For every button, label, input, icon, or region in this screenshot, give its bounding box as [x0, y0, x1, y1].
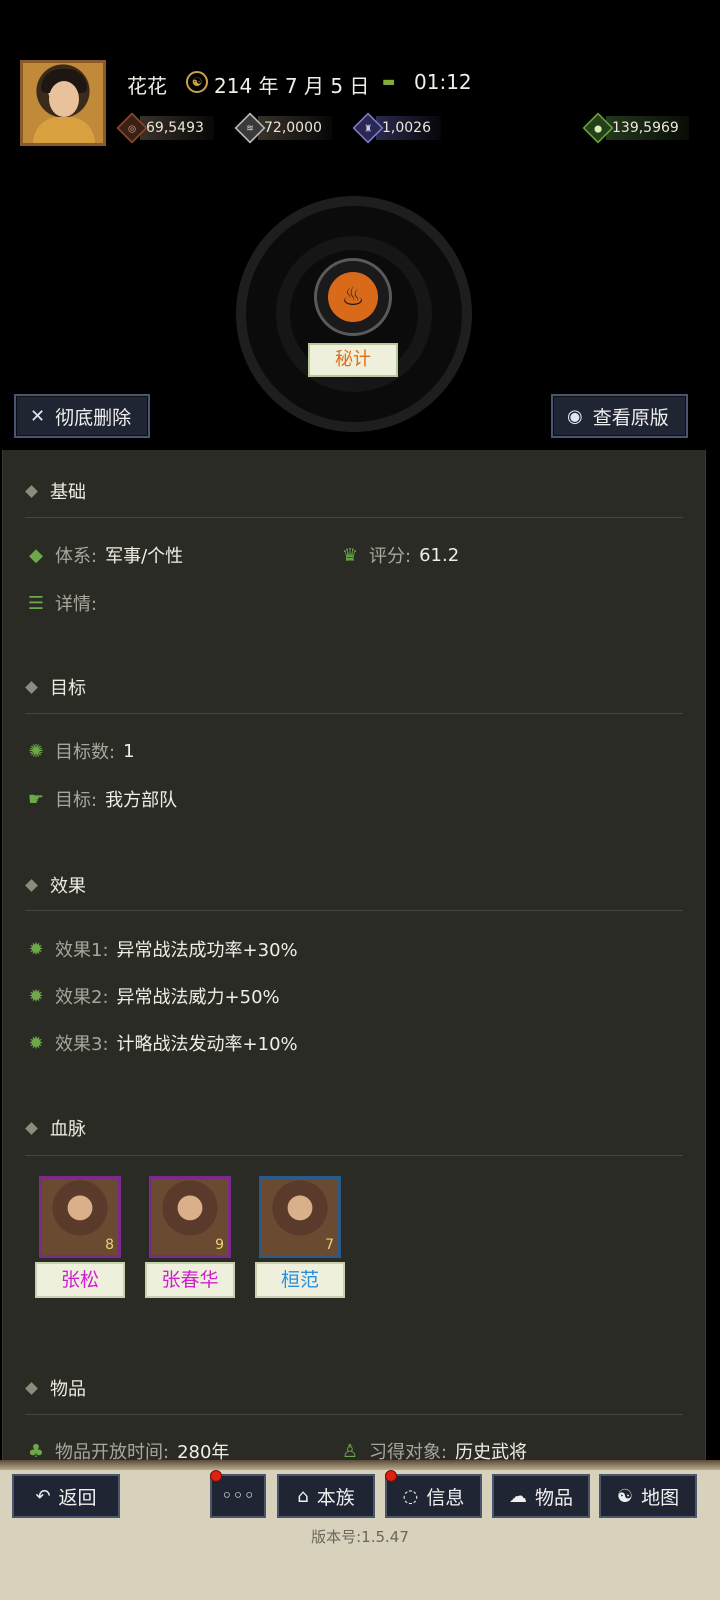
- more-button[interactable]: ◦◦◦: [210, 1470, 266, 1518]
- section-bloodline-title: 血脉: [25, 1115, 86, 1141]
- section-item-title: 物品: [25, 1375, 86, 1401]
- section-basic-title: 基础: [25, 478, 86, 504]
- resource-soldier[interactable]: ♜ 1,0026: [352, 112, 441, 144]
- info-button[interactable]: ◌ 信息: [385, 1470, 482, 1518]
- system-row: ◆ 体系: 军事/个性: [25, 542, 183, 568]
- diamond-icon: [25, 878, 38, 892]
- character-name: 张松: [35, 1262, 125, 1298]
- section-target-title: 目标: [25, 674, 86, 700]
- game-time: 01:12: [414, 70, 472, 94]
- bag-icon: ☁: [508, 1485, 527, 1507]
- resource-money[interactable]: ● 139,5969: [582, 112, 689, 144]
- section-effect-title: 效果: [25, 872, 86, 898]
- gourd-icon: ♨: [328, 272, 378, 322]
- person-icon: ♙: [341, 1440, 359, 1461]
- bloodline-character-card[interactable]: 8 张松: [35, 1176, 125, 1298]
- resource-grain[interactable]: ≋ 72,0000: [234, 112, 332, 144]
- back-button[interactable]: ↶ 返回: [12, 1474, 120, 1518]
- character-name: 张春华: [145, 1262, 235, 1298]
- diamond-icon: [25, 1381, 38, 1395]
- divider: [25, 713, 683, 714]
- skill-detail-panel[interactable]: 基础 ◆ 体系: 军事/个性 ♛ 评分: 61.2 ☰ 详情: 目标 ✺ 目标数…: [2, 450, 706, 1460]
- character-portrait: 8: [39, 1176, 121, 1258]
- scroll-icon: ☰: [27, 592, 45, 614]
- target-row: ☛ 目标: 我方部队: [25, 786, 177, 812]
- learn-target-row: ♙ 习得对象: 历史武将: [339, 1438, 527, 1461]
- effect-row-2: ✹ 效果2: 异常战法威力+50%: [25, 983, 279, 1009]
- diamond-icon: [25, 484, 38, 498]
- medal-icon: ♛: [341, 544, 359, 566]
- effect-row-1: ✹ 效果1: 异常战法成功率+30%: [25, 936, 297, 962]
- diamond-icon: [25, 680, 38, 694]
- gear-icon: ✹: [28, 985, 44, 1007]
- skill-icon: ♨: [314, 258, 392, 336]
- diamond-icon: [25, 1121, 38, 1135]
- hourglass-icon: ▬: [382, 74, 396, 90]
- score-row: ♛ 评分: 61.2: [339, 542, 459, 568]
- back-arrow-icon: ↶: [35, 1485, 51, 1507]
- character-portrait: 9: [149, 1176, 231, 1258]
- detail-row: ☰ 详情:: [25, 590, 97, 616]
- top-header: 花花 ☯ 214 年 7 月 5 日 ▬ 01:12 ◎ 69,5493 ≋ 7…: [0, 0, 720, 460]
- map-button[interactable]: ☯ 地图: [599, 1474, 697, 1518]
- close-icon: ✕: [30, 405, 46, 427]
- clan-button[interactable]: ⌂ 本族: [277, 1474, 375, 1518]
- gear-icon: ✹: [28, 1032, 44, 1054]
- skill-type-tag: 秘计: [308, 343, 398, 377]
- gear-icon: ✹: [28, 938, 44, 960]
- effect-row-3: ✹ 效果3: 计略战法发动率+10%: [25, 1030, 297, 1056]
- target-count-icon: ✺: [28, 740, 44, 762]
- map-icon: ☯: [616, 1485, 634, 1507]
- bloodline-character-card[interactable]: 7 桓范: [255, 1176, 345, 1298]
- version-label: 版本号:1.5.47: [311, 1528, 409, 1546]
- player-avatar[interactable]: [20, 60, 106, 146]
- items-button[interactable]: ☁ 物品: [492, 1474, 590, 1518]
- character-name: 桓范: [255, 1262, 345, 1298]
- resource-coin[interactable]: ◎ 69,5493: [116, 112, 214, 144]
- notification-dot: [210, 1470, 222, 1482]
- divider: [25, 1155, 683, 1156]
- notification-dot: [385, 1470, 397, 1482]
- player-name: 花花: [127, 74, 167, 98]
- bottom-nav: ↶ 返回 ◦◦◦ ⌂ 本族 ◌ 信息 ☁ 物品 ☯ 地图 版本号:1.5.47: [0, 1460, 720, 1600]
- divider: [25, 910, 683, 911]
- calendar-icon: ☯: [186, 71, 208, 93]
- character-portrait: 7: [259, 1176, 341, 1258]
- item-open-time-row: ♣ 物品开放时间: 280年: [25, 1438, 230, 1461]
- game-date: 214 年 7 月 5 日: [214, 74, 370, 98]
- delete-button[interactable]: ✕ 彻底删除: [14, 394, 150, 438]
- divider: [25, 1414, 683, 1415]
- house-icon: ⌂: [297, 1485, 309, 1507]
- divider: [25, 517, 683, 518]
- bloodline-character-card[interactable]: 9 张春华: [145, 1176, 235, 1298]
- item-icon: ♣: [27, 1440, 45, 1461]
- chat-icon: ◌: [402, 1485, 419, 1507]
- pointer-icon: ☛: [27, 788, 45, 810]
- view-original-button[interactable]: ◉ 查看原版: [551, 394, 688, 438]
- globe-icon: ◉: [567, 405, 583, 427]
- target-count-row: ✺ 目标数: 1: [25, 738, 134, 764]
- cube-icon: ◆: [29, 544, 43, 566]
